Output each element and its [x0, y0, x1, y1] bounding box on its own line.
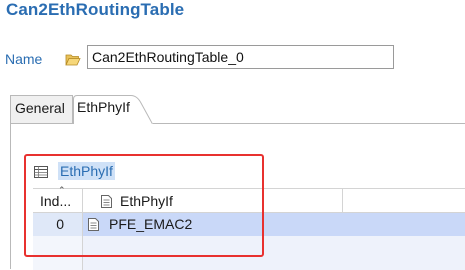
row-value-cell[interactable]: PFE_EMAC2 — [83, 213, 465, 236]
sort-indicator-icon: ⌃ — [58, 185, 66, 195]
column-header-ethphyif[interactable]: EthPhyIf — [83, 189, 343, 213]
empty-row-area — [83, 236, 465, 270]
column-header-index-label: Ind... — [40, 193, 72, 209]
row-index-cell: 0 — [33, 213, 83, 236]
name-label: Name — [5, 51, 43, 67]
column-header-index[interactable]: ⌃ Ind... — [33, 185, 83, 213]
folder-open-icon — [65, 54, 81, 66]
tab-general-label: General — [15, 100, 65, 116]
document-icon — [101, 195, 112, 208]
table-icon — [34, 166, 48, 178]
document-icon — [88, 218, 99, 231]
tab-ethphyif[interactable]: EthPhyIf — [73, 95, 153, 124]
tab-general[interactable]: General — [10, 95, 73, 123]
column-header-ethphyif-label: EthPhyIf — [120, 193, 173, 209]
editor-title: Can2EthRoutingTable — [6, 0, 185, 19]
name-input[interactable] — [87, 45, 394, 69]
column-header-filler — [343, 189, 465, 213]
row-value-text: PFE_EMAC2 — [109, 216, 193, 232]
ethphyif-table: ⌃ Ind... EthPhyIf 0 PFE_EMAC2 — [33, 185, 465, 270]
tab-ethphyif-label: EthPhyIf — [77, 99, 130, 115]
section-title[interactable]: EthPhyIf — [58, 162, 115, 180]
empty-row-area — [33, 236, 83, 270]
table-row[interactable]: 0 PFE_EMAC2 — [33, 213, 465, 236]
